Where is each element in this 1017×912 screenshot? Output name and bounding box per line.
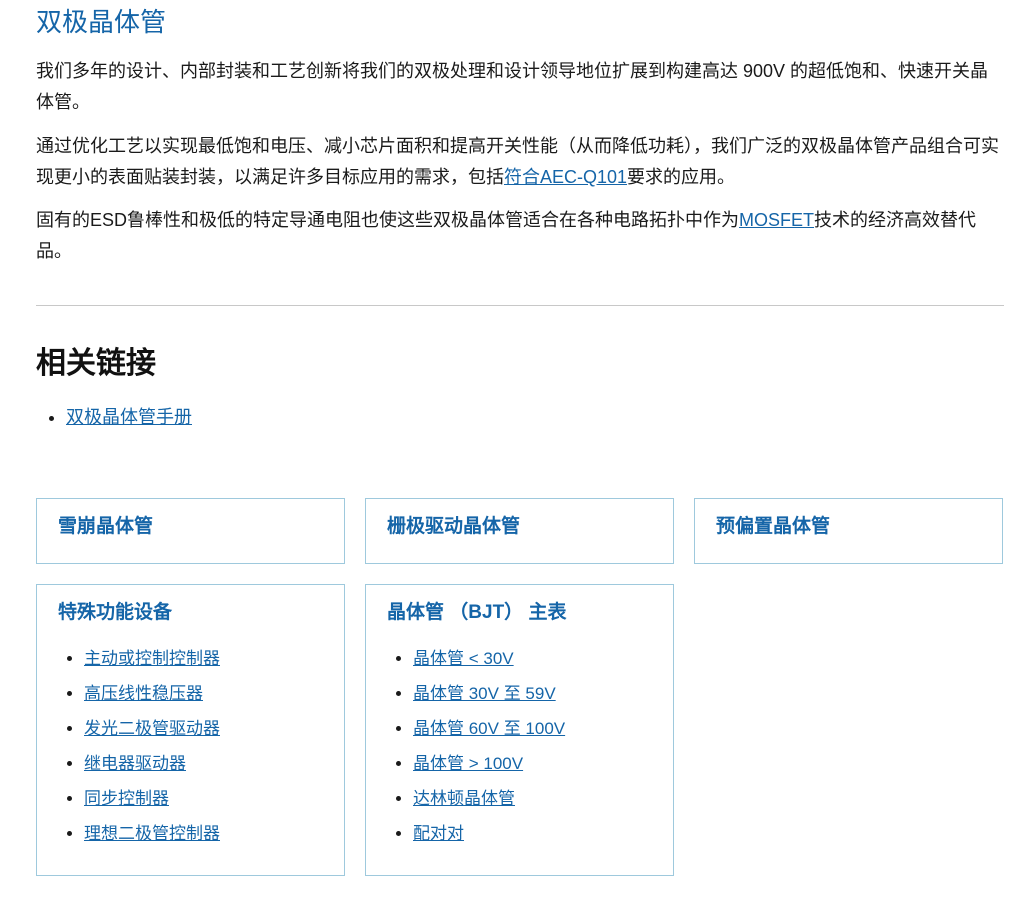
- transistor-under-30v-link[interactable]: 晶体管 < 30V: [413, 649, 514, 668]
- related-links-title: 相关链接: [36, 347, 156, 380]
- matched-pair-link[interactable]: 配对对: [413, 824, 464, 843]
- card-title[interactable]: 特殊功能设备: [58, 599, 172, 627]
- card-gate-drive-transistors[interactable]: 栅极驱动晶体管: [365, 498, 674, 564]
- card-title[interactable]: 雪崩晶体管: [58, 513, 153, 541]
- led-driver-link[interactable]: 发光二极管驱动器: [84, 719, 220, 738]
- card-special-function-devices: 特殊功能设备 主动或控制控制器 高压线性稳压器 发光二极管驱动器 继电器驱动器 …: [36, 584, 345, 876]
- list-item: 达林顿晶体管: [413, 781, 565, 816]
- section-title: 双极晶体管: [36, 7, 167, 37]
- process-paragraph-tail: 要求的应用。: [627, 167, 736, 187]
- list-item: 继电器驱动器: [84, 746, 220, 781]
- list-item: 同步控制器: [84, 781, 220, 816]
- list-item: 晶体管 < 30V: [413, 641, 565, 676]
- list-item: 发光二极管驱动器: [84, 711, 220, 746]
- card-pre-biased-transistors[interactable]: 预偏置晶体管: [694, 498, 1003, 564]
- esd-paragraph-text: 固有的ESD鲁棒性和极低的特定导通电阻也使这些双极晶体管适合在各种电路拓扑中作为: [36, 210, 740, 230]
- list-item: 理想二极管控制器: [84, 816, 220, 851]
- card-title[interactable]: 晶体管 （BJT） 主表: [387, 599, 566, 627]
- ideal-diode-controller-link[interactable]: 理想二极管控制器: [84, 824, 220, 843]
- process-paragraph: 通过优化工艺以实现最低饱和电压、减小芯片面积和提高开关性能（从而降低功耗），我们…: [36, 131, 1004, 193]
- esd-paragraph: 固有的ESD鲁棒性和极低的特定导通电阻也使这些双极晶体管适合在各种电路拓扑中作为…: [36, 205, 1004, 267]
- related-links-list: 双极晶体管手册: [36, 402, 192, 432]
- bjt-list: 晶体管 < 30V 晶体管 30V 至 59V 晶体管 60V 至 100V 晶…: [387, 641, 565, 851]
- sync-controller-link[interactable]: 同步控制器: [84, 789, 169, 808]
- darlington-transistor-link[interactable]: 达林顿晶体管: [413, 789, 515, 808]
- section-divider: [36, 305, 1004, 306]
- list-item: 晶体管 > 100V: [413, 746, 565, 781]
- list-item: 主动或控制控制器: [84, 641, 220, 676]
- list-item: 晶体管 60V 至 100V: [413, 711, 565, 746]
- card-title[interactable]: 预偏置晶体管: [716, 513, 830, 541]
- list-item: 配对对: [413, 816, 565, 851]
- card-avalanche-transistors[interactable]: 雪崩晶体管: [36, 498, 345, 564]
- list-item: 晶体管 30V 至 59V: [413, 676, 565, 711]
- transistor-over-100v-link[interactable]: 晶体管 > 100V: [413, 754, 523, 773]
- list-item: 双极晶体管手册: [66, 402, 192, 432]
- card-title[interactable]: 栅极驱动晶体管: [387, 513, 520, 541]
- active-or-controller-link[interactable]: 主动或控制控制器: [84, 649, 220, 668]
- bipolar-handbook-link[interactable]: 双极晶体管手册: [66, 407, 192, 427]
- transistor-30v-59v-link[interactable]: 晶体管 30V 至 59V: [413, 684, 556, 703]
- special-function-list: 主动或控制控制器 高压线性稳压器 发光二极管驱动器 继电器驱动器 同步控制器 理…: [58, 641, 220, 851]
- card-bjt-master-table: 晶体管 （BJT） 主表 晶体管 < 30V 晶体管 30V 至 59V 晶体管…: [365, 584, 674, 876]
- intro-paragraph: 我们多年的设计、内部封装和工艺创新将我们的双极处理和设计领导地位扩展到构建高达 …: [36, 61, 989, 112]
- transistor-60v-100v-link[interactable]: 晶体管 60V 至 100V: [413, 719, 565, 738]
- list-item: 高压线性稳压器: [84, 676, 220, 711]
- aec-q101-link[interactable]: 符合AEC-Q101: [504, 167, 627, 187]
- hv-linear-regulator-link[interactable]: 高压线性稳压器: [84, 684, 203, 703]
- relay-driver-link[interactable]: 继电器驱动器: [84, 754, 186, 773]
- mosfet-link[interactable]: MOSFET: [739, 210, 814, 230]
